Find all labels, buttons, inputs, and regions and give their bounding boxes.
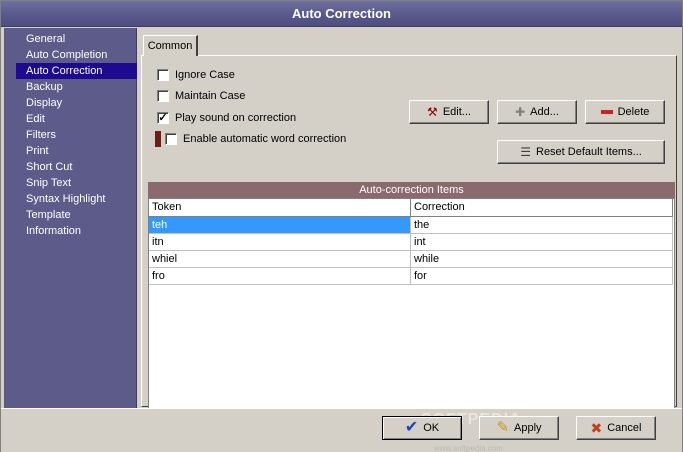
ok-button[interactable]: ✔ OK [382,416,462,440]
required-marker [155,131,161,147]
sidebar-item-print[interactable]: Print [16,143,137,159]
checkmark-icon: ✔ [404,419,419,436]
token-cell[interactable]: whiel [149,251,411,268]
title-bar: Auto Correction [1,1,682,27]
sidebar-item-template[interactable]: Template [16,207,137,223]
sidebar-item-auto-completion[interactable]: Auto Completion [16,47,137,63]
sidebar-item-auto-correction[interactable]: Auto Correction [16,63,137,79]
correction-cell[interactable]: for [411,268,673,285]
token-cell[interactable]: teh [149,217,411,234]
ignore-case-checkbox[interactable]: Ignore Case [157,67,235,83]
settings-panel: Common Ignore Case Maintain Case ✓ Play … [138,28,680,428]
token-cell[interactable]: fro [149,268,411,285]
sidebar-item-display[interactable]: Display [16,95,137,111]
window-title: Auto Correction [292,6,391,21]
play-sound-box[interactable]: ✓ [157,112,169,124]
sidebar-item-general[interactable]: General [16,31,137,47]
table-row[interactable]: teh the [149,217,674,234]
column-header-correction[interactable]: Correction [411,199,673,217]
correction-cell[interactable]: int [411,234,673,251]
enable-auto-correction-label: Enable automatic word correction [183,133,347,145]
column-header-token[interactable]: Token [149,199,411,217]
sidebar-item-syntax-highlight[interactable]: Syntax Highlight [16,191,137,207]
cancel-button[interactable]: ✖ Cancel [576,416,656,440]
reset-default-items-label: Reset Default Items... [536,146,642,158]
maintain-case-box[interactable] [157,90,169,102]
apply-button-label: Apply [514,422,542,434]
enable-auto-correction-checkbox[interactable]: Enable automatic word correction [155,131,347,147]
check-pencil-icon: ✎ [496,419,510,436]
sidebar-item-information[interactable]: Information [16,223,137,239]
cancel-button-label: Cancel [607,422,642,434]
list-icon: ☰ [520,145,531,159]
play-sound-label: Play sound on correction [175,112,297,124]
correction-cell[interactable]: the [411,217,673,234]
apply-button[interactable]: ✎ Apply [479,416,559,440]
ignore-case-label: Ignore Case [175,69,235,81]
maintain-case-label: Maintain Case [175,90,246,102]
tab-common[interactable]: Common [143,35,198,56]
token-cell[interactable]: itn [149,234,411,251]
sidebar-item-snip-text[interactable]: Snip Text [16,175,137,191]
minus-icon [600,110,613,114]
edit-pencil-icon: ⚒ [427,105,438,119]
delete-button-label: Delete [617,106,650,118]
x-icon: ✖ [590,420,603,436]
sidebar-item-short-cut[interactable]: Short Cut [16,159,137,175]
auto-correction-items-group: Auto-correction Items Token Correction t… [148,182,675,428]
enable-auto-correction-box[interactable] [165,133,177,145]
watermark-url: www.softpedia.com [434,444,503,452]
add-button[interactable]: ✚ Add... [497,100,577,124]
table-row[interactable]: fro for [149,268,674,285]
play-sound-checkbox[interactable]: ✓ Play sound on correction [157,110,296,126]
sidebar-item-filters[interactable]: Filters [16,127,137,143]
common-tab-panel: Ignore Case Maintain Case ✓ Play sound o… [141,55,677,428]
correction-cell[interactable]: while [411,251,673,268]
maintain-case-checkbox[interactable]: Maintain Case [157,88,245,104]
grid-title: Auto-correction Items [148,182,675,198]
sidebar-item-edit[interactable]: Edit [16,111,137,127]
reset-default-items-button[interactable]: ☰ Reset Default Items... [497,140,665,164]
dialog-button-bar: SOFTPEDIA www.softpedia.com ✔ OK ✎ Apply… [1,408,682,452]
table-row[interactable]: whiel while [149,251,674,268]
edit-button-label: Edit... [442,106,471,118]
delete-button[interactable]: Delete [585,100,665,124]
add-button-label: Add... [530,106,559,118]
grid-header: Token Correction [149,199,674,217]
table-row[interactable]: itn int [149,234,674,251]
tab-common-label: Common [147,40,193,52]
auto-correction-dialog: Auto Correction General Auto Completion … [0,0,683,452]
options-sidebar: General Auto Completion Auto Correction … [4,28,137,408]
ignore-case-box[interactable] [157,69,169,81]
ok-button-label: OK [423,422,440,434]
sidebar-item-backup[interactable]: Backup [16,79,137,95]
plus-icon: ✚ [515,105,526,119]
auto-correction-grid[interactable]: Token Correction teh the itn int whiel w… [148,198,675,428]
edit-button[interactable]: ⚒ Edit... [409,100,489,124]
